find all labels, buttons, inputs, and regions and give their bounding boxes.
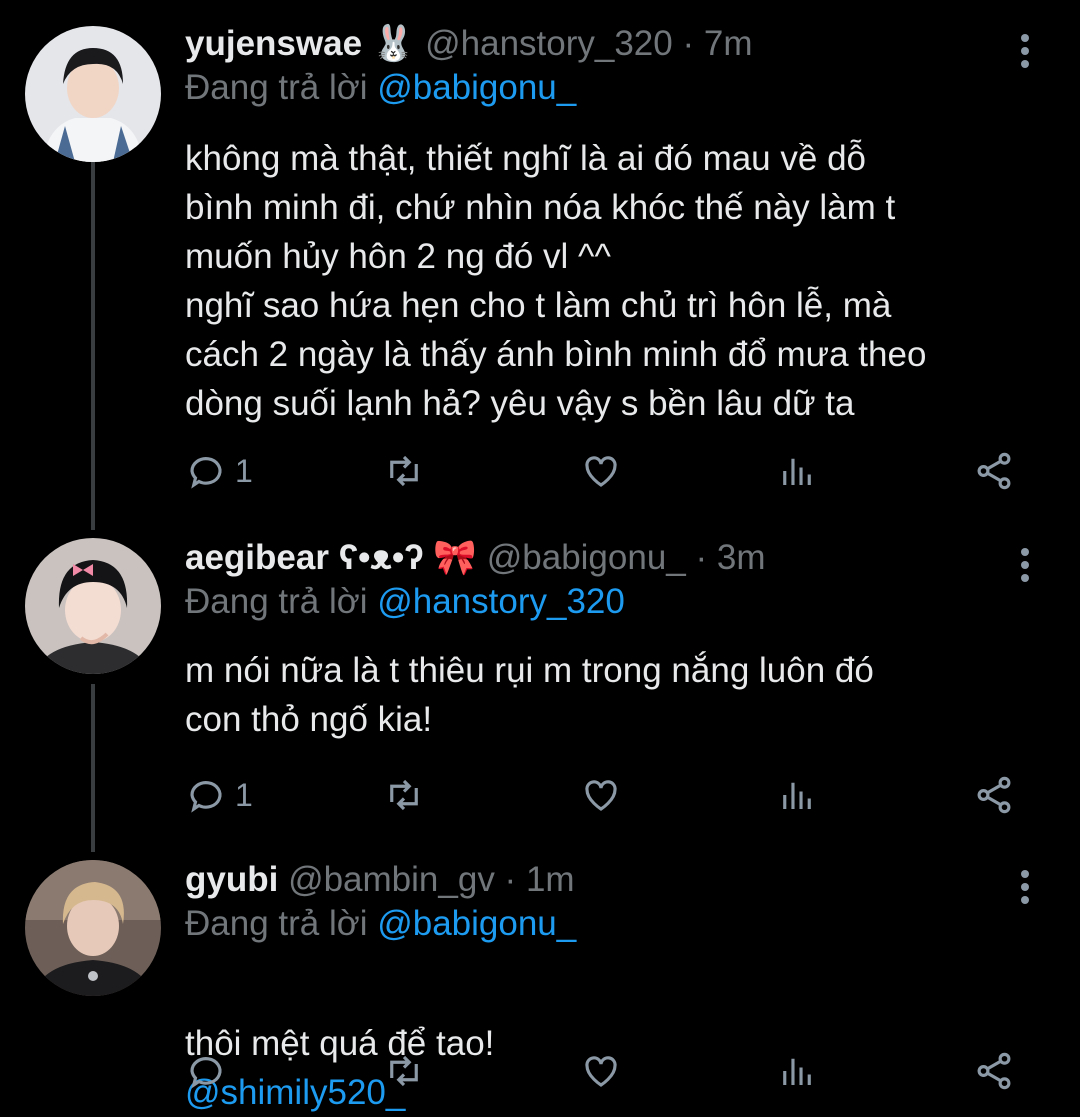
avatar[interactable] [25, 538, 161, 674]
like-icon [585, 1056, 617, 1087]
more-icon[interactable] [1015, 866, 1035, 910]
like-icon [585, 780, 617, 811]
reply-button[interactable]: 1 [185, 771, 253, 819]
author-handle[interactable]: @bambin_gv [288, 860, 495, 899]
replying-to-link[interactable]: @babigonu_ [377, 68, 576, 107]
reply-icon [190, 1057, 222, 1089]
author-handle[interactable]: @babigonu_ [487, 538, 686, 577]
reply-button[interactable]: 1 [185, 447, 253, 495]
reply-button[interactable] [185, 1047, 227, 1095]
stats-icon [783, 782, 811, 809]
action-bar: 1 [0, 447, 1080, 495]
author-name[interactable]: gyubi [185, 860, 278, 899]
share-button[interactable] [973, 771, 1015, 819]
meta-separator: · [685, 538, 717, 577]
tweet-text: không mà thật, thiết nghĩ là ai đó mau v… [185, 139, 927, 423]
retweet-icon [390, 1055, 418, 1087]
retweet-button[interactable] [383, 1047, 425, 1095]
name-emoji: 🎀 [433, 538, 477, 577]
retweet-button[interactable] [383, 771, 425, 819]
share-icon [977, 776, 1011, 814]
reply-icon [190, 781, 222, 813]
action-bar [0, 1047, 1080, 1095]
name-emoji: 🐰 [371, 24, 416, 63]
reply-count: 1 [235, 452, 253, 489]
tweet-3[interactable]: gyubi @bambin_gv · 1m Đang trả lời @babi… [0, 858, 1080, 1112]
retweet-icon [390, 455, 418, 487]
timestamp[interactable]: 3m [717, 538, 766, 577]
share-button[interactable] [973, 1047, 1015, 1095]
like-button[interactable] [580, 1047, 622, 1095]
reply-count: 1 [235, 776, 253, 813]
stats-button[interactable] [776, 1047, 818, 1095]
avatar[interactable] [25, 26, 161, 162]
replying-to-link[interactable]: @hanstory_320 [377, 582, 625, 621]
like-button[interactable] [580, 447, 622, 495]
replying-to-label: Đang trả lời [185, 904, 368, 943]
more-icon[interactable] [1015, 544, 1035, 588]
share-icon [977, 1052, 1011, 1090]
retweet-button[interactable] [383, 447, 425, 495]
like-icon [585, 456, 617, 487]
author-handle[interactable]: @hanstory_320 [425, 24, 673, 63]
tweet-1[interactable]: yujenswae 🐰 @hanstory_320 · 7m Đang trả … [0, 22, 1080, 502]
stats-button[interactable] [776, 771, 818, 819]
stats-button[interactable] [776, 447, 818, 495]
share-button[interactable] [973, 447, 1015, 495]
stats-icon [783, 458, 811, 485]
avatar[interactable] [25, 860, 161, 996]
author-name[interactable]: aegibear ʕ•ᴥ•ʔ [185, 538, 424, 577]
stats-icon [783, 1058, 811, 1085]
action-bar: 1 [0, 771, 1080, 819]
tweet-text: m nói nữa là t thiêu rụi m trong nắng lu… [185, 651, 874, 739]
replying-to-label: Đang trả lời [185, 582, 368, 621]
timestamp[interactable]: 7m [704, 24, 753, 63]
replying-to-label: Đang trả lời [185, 68, 368, 107]
meta-separator: · [672, 24, 704, 63]
like-button[interactable] [580, 771, 622, 819]
author-name[interactable]: yujenswae [185, 24, 362, 63]
more-icon[interactable] [1015, 30, 1035, 74]
timestamp[interactable]: 1m [526, 860, 575, 899]
retweet-icon [390, 779, 418, 811]
replying-to-link[interactable]: @babigonu_ [377, 904, 576, 943]
meta-separator: · [494, 860, 526, 899]
reply-icon [190, 457, 222, 489]
share-icon [977, 452, 1011, 490]
